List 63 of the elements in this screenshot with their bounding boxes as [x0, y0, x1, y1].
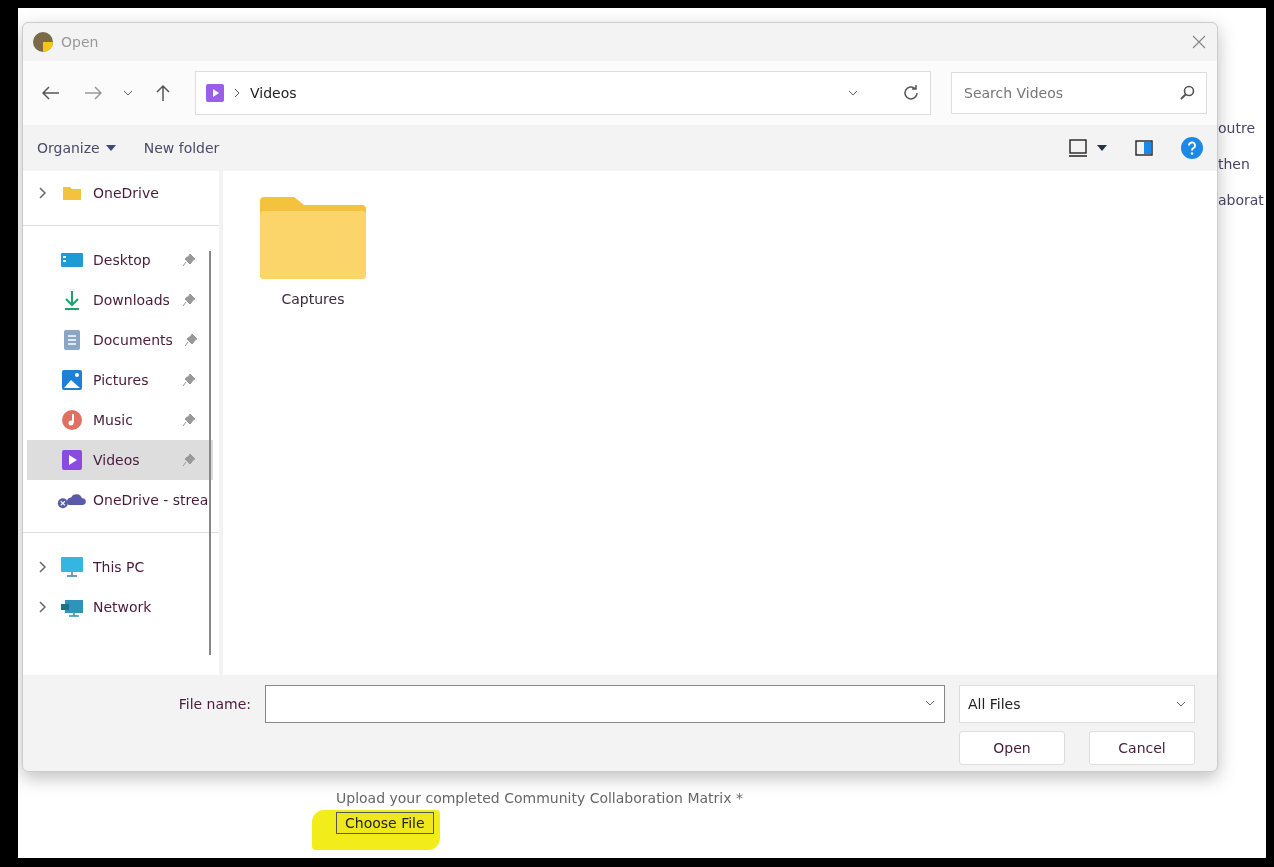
up-icon[interactable]	[156, 84, 170, 102]
chevron-down-icon[interactable]	[123, 90, 133, 96]
view-icon[interactable]	[1069, 139, 1087, 157]
chevron-down-icon[interactable]	[848, 90, 858, 96]
sidebar-item[interactable]: Pictures	[27, 360, 213, 400]
pin-icon	[183, 294, 195, 306]
dialog-button[interactable]: Open	[959, 731, 1065, 765]
close-icon[interactable]	[1191, 34, 1207, 50]
folder-icon	[62, 185, 82, 201]
expand-chevron-icon[interactable]	[38, 601, 46, 613]
pin-icon	[183, 374, 195, 386]
address-bar[interactable]: Videos	[195, 71, 931, 115]
new-folder-button[interactable]: New folder	[143, 140, 220, 156]
upload-label: Upload your completed Community Collaboration Matrix *	[336, 790, 743, 806]
organize-button[interactable]: Organize	[37, 140, 116, 156]
network-icon	[61, 597, 83, 617]
sidebar-item[interactable]: Music	[27, 400, 213, 440]
sidebar-item[interactable]: OneDrive - strea	[27, 480, 233, 520]
caret-icon[interactable]	[1097, 145, 1107, 151]
download-icon	[62, 290, 82, 310]
video-icon	[62, 450, 82, 470]
pin-icon	[183, 254, 195, 266]
picture-icon	[62, 370, 82, 390]
desktop-icon	[61, 252, 83, 268]
app-icon	[33, 32, 53, 52]
expand-chevron-icon[interactable]	[38, 187, 46, 199]
file-name-label: File name:	[178, 696, 251, 712]
search-icon	[1179, 85, 1195, 101]
caret-icon	[105, 145, 116, 151]
sidebar-item[interactable]: Documents	[27, 320, 215, 360]
document-icon	[64, 330, 80, 350]
sidebar-item[interactable]: Videos	[27, 440, 213, 480]
sidebar-item[interactable]: This PC	[27, 547, 213, 587]
pin-icon	[183, 414, 195, 426]
pin-icon	[183, 454, 195, 466]
dialog-button[interactable]: Cancel	[1089, 731, 1195, 765]
pin-icon	[184, 334, 197, 346]
chevron-down-icon[interactable]	[925, 700, 935, 706]
sidebar-item[interactable]: Network	[27, 587, 213, 627]
window-title: Open	[61, 34, 100, 50]
chevron-down-icon	[1176, 701, 1186, 707]
folder-name[interactable]: Captures	[281, 291, 345, 307]
expand-chevron-icon[interactable]	[38, 561, 46, 573]
search-field[interactable]: Search Videos	[951, 72, 1207, 114]
file-type-dropdown[interactable]: All Files	[959, 685, 1195, 723]
background-text: outre	[1218, 120, 1256, 136]
music-icon	[62, 410, 82, 430]
forward-icon[interactable]	[84, 86, 102, 100]
file-name-field[interactable]	[265, 685, 945, 723]
chevron-right-icon	[234, 88, 240, 98]
refresh-icon[interactable]	[902, 84, 920, 102]
sidebar-item[interactable]: Downloads	[27, 280, 213, 320]
back-icon[interactable]	[42, 86, 60, 100]
background-text: aborat	[1218, 192, 1265, 208]
address-path: Videos	[250, 85, 298, 101]
background-text: then	[1218, 156, 1251, 172]
choose-file-button[interactable]: Choose File	[336, 812, 434, 834]
sidebar-item[interactable]: OneDrive	[27, 173, 213, 213]
preview-pane-icon[interactable]	[1135, 140, 1153, 156]
video-icon	[206, 84, 224, 102]
help-icon[interactable]	[1181, 137, 1203, 159]
sidebar-item[interactable]: Desktop	[27, 240, 213, 280]
monitor-icon	[61, 557, 83, 577]
